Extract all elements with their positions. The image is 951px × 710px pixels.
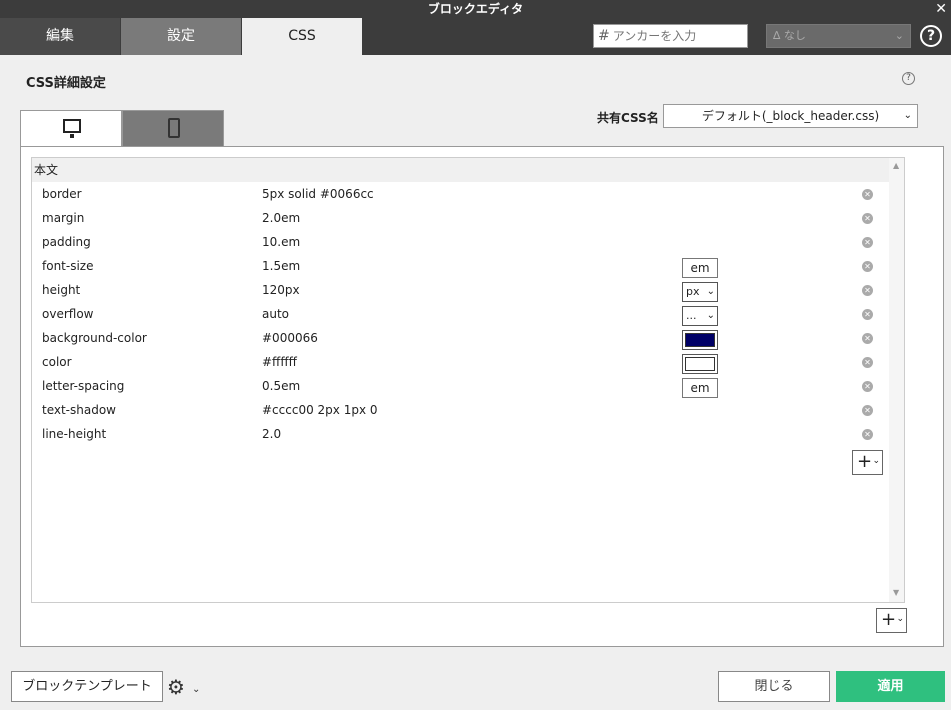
chevron-down-icon: ⌄ — [706, 310, 715, 321]
anchor-input[interactable] — [612, 29, 733, 43]
delete-icon[interactable]: ✕ — [862, 189, 873, 200]
apply-button[interactable]: 適用 — [836, 671, 945, 702]
property-value[interactable]: 2.0em — [262, 211, 300, 225]
window-title: ブロックエディタ — [427, 2, 524, 16]
color-fill — [685, 333, 715, 347]
chevron-down-icon: ⌄ — [894, 29, 904, 42]
property-name: border — [42, 187, 82, 201]
help-icon-small[interactable]: ? — [902, 72, 915, 85]
add-group-button[interactable]: + ⌄ — [876, 608, 907, 633]
property-name: letter-spacing — [42, 379, 125, 393]
table-row: line-height 2.0 ✕ — [32, 423, 889, 447]
phone-icon — [168, 118, 180, 138]
unit-field[interactable]: em — [682, 378, 718, 398]
add-row-button[interactable]: + ⌄ — [852, 450, 883, 475]
tab-edit[interactable]: 編集 — [0, 18, 120, 55]
top-toolbar: 編集 設定 CSS # ∆ なし ⌄ ? — [0, 18, 951, 55]
monitor-icon — [63, 119, 81, 138]
table-row: color #ffffff ✕ — [32, 351, 889, 375]
table-row: background-color #000066 ✕ — [32, 327, 889, 351]
tab-desktop[interactable] — [20, 110, 122, 146]
tab-css[interactable]: CSS — [242, 18, 362, 55]
chevron-down-icon: ⌄ — [706, 286, 715, 297]
delete-icon[interactable]: ✕ — [862, 213, 873, 224]
property-name: text-shadow — [42, 403, 116, 417]
shared-css-label: 共有CSS名 — [597, 111, 659, 125]
color-swatch[interactable] — [682, 354, 718, 374]
style-icon: ∆ — [773, 29, 781, 42]
color-swatch[interactable] — [682, 330, 718, 350]
unit-select[interactable]: px ⌄ — [682, 282, 718, 302]
property-value[interactable]: #cccc00 2px 1px 0 — [262, 403, 378, 417]
scroll-down-icon[interactable]: ▼ — [893, 588, 899, 597]
close-icon[interactable]: ✕ — [935, 0, 947, 18]
delete-icon[interactable]: ✕ — [862, 429, 873, 440]
property-name: overflow — [42, 307, 94, 321]
scrollbar[interactable] — [889, 158, 904, 602]
table-row: padding 10.em ✕ — [32, 231, 889, 255]
gear-icon[interactable]: ⚙ — [167, 677, 185, 697]
delete-icon[interactable]: ✕ — [862, 405, 873, 416]
property-name: background-color — [42, 331, 147, 345]
delete-icon[interactable]: ✕ — [862, 285, 873, 296]
property-value[interactable]: 5px solid #0066cc — [262, 187, 374, 201]
unit-select-value: ... — [686, 309, 697, 322]
property-value[interactable]: 0.5em — [262, 379, 300, 393]
chevron-down-icon: ⌄ — [903, 110, 912, 121]
property-value[interactable]: #ffffff — [262, 355, 297, 369]
chevron-down-icon[interactable]: ⌄ — [192, 684, 200, 695]
table-row: margin 2.0em ✕ — [32, 207, 889, 231]
tab-settings[interactable]: 設定 — [121, 18, 241, 55]
table-row: height 120px px ⌄ ✕ — [32, 279, 889, 303]
table-row: font-size 1.5em em ✕ — [32, 255, 889, 279]
property-value[interactable]: 2.0 — [262, 427, 281, 441]
delete-icon[interactable]: ✕ — [862, 309, 873, 320]
window-titlebar: ブロックエディタ ✕ — [0, 0, 951, 18]
unit-select-value: px — [686, 285, 700, 298]
delete-icon[interactable]: ✕ — [862, 357, 873, 368]
help-icon[interactable]: ? — [920, 25, 942, 47]
property-name: margin — [42, 211, 85, 225]
chevron-down-icon: ⌄ — [872, 456, 880, 466]
anchor-field[interactable]: # — [593, 24, 748, 48]
scroll-up-icon[interactable]: ▲ — [893, 161, 899, 170]
property-value[interactable]: 10.em — [262, 235, 300, 249]
group-header: 本文 — [32, 158, 889, 182]
delete-icon[interactable]: ✕ — [862, 237, 873, 248]
unit-select[interactable]: ... ⌄ — [682, 306, 718, 326]
property-value[interactable]: auto — [262, 307, 289, 321]
table-row: border 5px solid #0066cc ✕ — [32, 183, 889, 207]
delete-icon[interactable]: ✕ — [862, 333, 873, 344]
close-button[interactable]: 閉じる — [718, 671, 830, 702]
chevron-down-icon: ⌄ — [896, 614, 904, 624]
style-select-value: なし — [783, 29, 806, 42]
delete-icon[interactable]: ✕ — [862, 381, 873, 392]
delete-icon[interactable]: ✕ — [862, 261, 873, 272]
block-template-button[interactable]: ブロックテンプレート — [11, 671, 163, 702]
unit-field[interactable]: em — [682, 258, 718, 278]
shared-css-value: デフォルト(_block_header.css) — [701, 109, 880, 123]
property-name: height — [42, 283, 81, 297]
property-name: padding — [42, 235, 91, 249]
shared-css-select[interactable]: デフォルト(_block_header.css) ⌄ — [663, 104, 918, 128]
section-title: CSS詳細設定 — [26, 76, 106, 91]
property-value[interactable]: 120px — [262, 283, 300, 297]
table-row: letter-spacing 0.5em em ✕ — [32, 375, 889, 399]
property-name: line-height — [42, 427, 107, 441]
table-row: text-shadow #cccc00 2px 1px 0 ✕ — [32, 399, 889, 423]
color-fill — [685, 357, 715, 371]
property-value[interactable]: 1.5em — [262, 259, 300, 273]
property-name: color — [42, 355, 72, 369]
property-name: font-size — [42, 259, 94, 273]
table-row: overflow auto... ⌄ ✕ — [32, 303, 889, 327]
style-select[interactable]: ∆ なし ⌄ — [766, 24, 911, 48]
property-value[interactable]: #000066 — [262, 331, 318, 345]
hash-icon: # — [598, 28, 610, 44]
tab-mobile[interactable] — [122, 110, 224, 146]
